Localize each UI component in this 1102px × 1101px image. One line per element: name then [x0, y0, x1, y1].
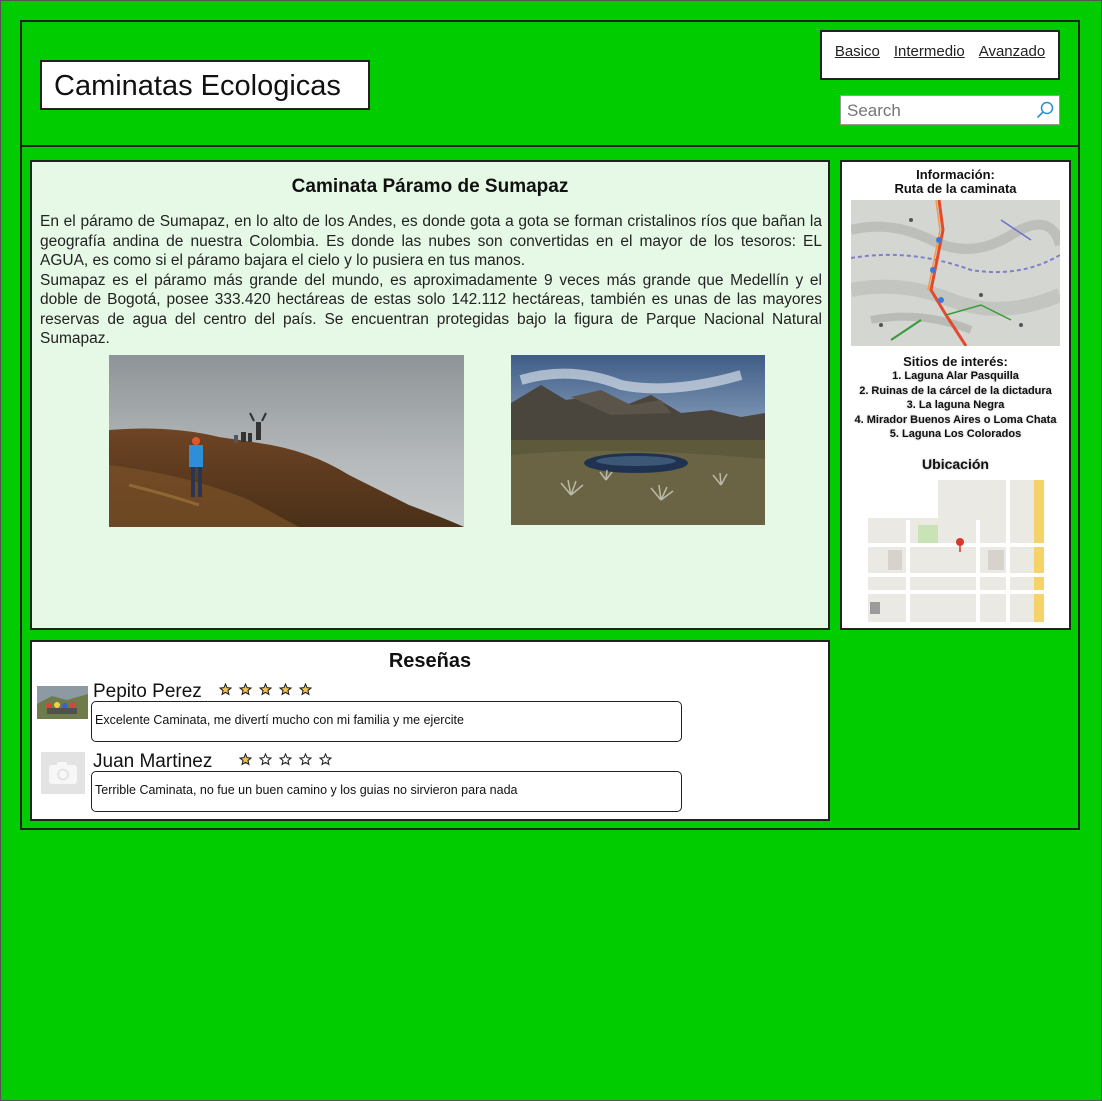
info-title: Información: — [916, 167, 995, 182]
site-item: 5. Laguna Los Colorados — [889, 428, 1022, 440]
review-comment: Terrible Caminata, no fue un buen camino… — [91, 771, 682, 812]
star-icon — [298, 682, 319, 699]
header-divider — [20, 145, 1080, 147]
search-bar — [840, 95, 1060, 125]
star-icon — [258, 682, 279, 699]
nav-link-basico[interactable]: Basico — [835, 43, 880, 60]
site-item: 3. La laguna Negra — [906, 399, 1005, 411]
star-icon — [318, 752, 339, 769]
reviews-section: Reseñas Pepito Perez Excelente Caminata,… — [30, 640, 830, 821]
star-icon — [218, 682, 239, 699]
rating-stars — [238, 752, 339, 769]
rating-stars — [218, 682, 319, 699]
star-icon — [258, 752, 279, 769]
search-icon[interactable] — [1035, 100, 1055, 120]
star-icon — [298, 752, 319, 769]
avatar — [37, 686, 88, 719]
route-title: Ruta de la caminata — [894, 181, 1017, 196]
site-item: 2. Ruinas de la cárcel de la dictadura — [859, 384, 1052, 397]
camera-icon — [41, 752, 85, 794]
route-map[interactable] — [851, 200, 1060, 346]
site-item: 1. Laguna Alar Pasquilla — [892, 370, 1019, 382]
search-input[interactable] — [845, 97, 1034, 125]
review-comment: Excelente Caminata, me divertí mucho con… — [91, 701, 682, 742]
hike-article: Caminata Páramo de Sumapaz En el páramo … — [30, 160, 830, 630]
star-icon — [238, 752, 259, 769]
location-heading: Ubicación — [922, 456, 989, 472]
article-paragraph: Sumapaz es el páramo más grande del mund… — [40, 271, 822, 348]
info-heading: Información: Ruta de la caminata — [842, 168, 1069, 196]
nav-link-avanzado[interactable]: Avanzado — [979, 43, 1045, 60]
reviewer-name: Pepito Perez — [93, 681, 202, 702]
nav-link-intermedio[interactable]: Intermedio — [894, 43, 965, 60]
site-item: 4. Mirador Buenos Aires o Loma Chata — [854, 413, 1057, 426]
sites-heading: Sitios de interés: — [903, 354, 1008, 369]
article-title: Caminata Páramo de Sumapaz — [291, 176, 569, 197]
level-nav: Basico Intermedio Avanzado — [820, 30, 1060, 80]
star-icon — [238, 682, 259, 699]
article-text: En el páramo de Sumapaz, en lo alto de l… — [40, 212, 822, 349]
info-sidebar: Información: Ruta de la caminata Sitios … — [840, 160, 1071, 630]
site-title: Caminatas Ecologicas — [40, 60, 370, 110]
article-paragraph: En el páramo de Sumapaz, en lo alto de l… — [40, 213, 822, 269]
hikers-photo — [109, 355, 464, 527]
star-icon — [278, 682, 299, 699]
location-map[interactable] — [868, 480, 1044, 622]
avatar-placeholder — [41, 752, 85, 794]
lagoon-photo — [511, 355, 765, 525]
reviewer-name: Juan Martinez — [93, 751, 213, 772]
reviews-title: Reseñas — [388, 650, 472, 672]
sites-list: 1. Laguna Alar Pasquilla 2. Ruinas de la… — [842, 369, 1069, 442]
star-icon — [278, 752, 299, 769]
